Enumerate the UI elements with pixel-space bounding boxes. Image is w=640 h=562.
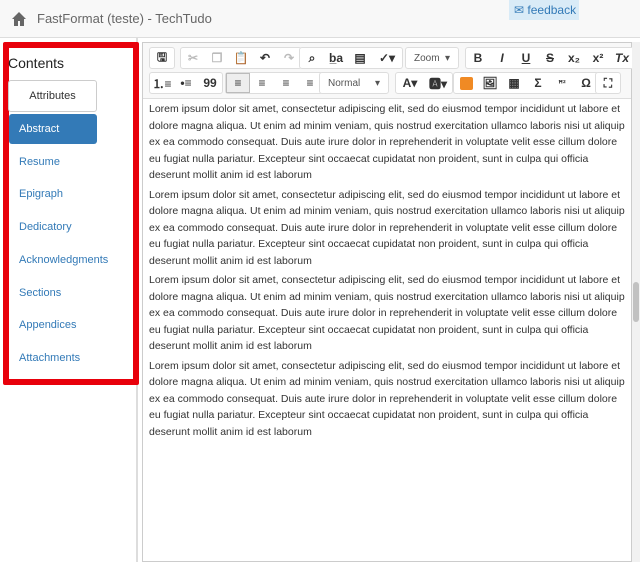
math-button[interactable]: Σ — [526, 73, 550, 93]
sidebar-item-sections[interactable]: Sections — [9, 278, 97, 308]
group-lists: ⒈≡ •≡ 99 — [149, 72, 223, 94]
copy-icon[interactable]: ❐ — [205, 48, 229, 68]
editor: 🖫 ✂ ❐ 📋 ↶ ↷ ⌕ b̲a ▤ ✓▾ Zoom ▾ B I U S x₂ … — [142, 42, 635, 562]
editor-content[interactable]: Lorem ipsum dolor sit amet, consectetur … — [149, 99, 629, 443]
sidebar-item-abstract[interactable]: Abstract — [9, 114, 97, 144]
iframe-icon[interactable] — [454, 73, 478, 93]
attributes-button[interactable]: Attributes — [8, 80, 97, 112]
editor-toolbar: 🖫 ✂ ❐ 📋 ↶ ↷ ⌕ b̲a ▤ ✓▾ Zoom ▾ B I U S x₂ … — [143, 43, 635, 99]
maximize-icon[interactable]: ⛶ — [596, 73, 620, 93]
strike-button[interactable]: S — [538, 48, 562, 68]
format-label: Normal — [328, 77, 361, 89]
group-editing: ⌕ b̲a ▤ ✓▾ — [299, 47, 403, 69]
undo-icon[interactable]: ↶ — [253, 48, 277, 68]
align-left-icon[interactable]: ≡ — [226, 73, 250, 93]
equation-icon[interactable]: ꟸ² — [550, 73, 574, 93]
sidebar-item-appendices[interactable]: Appendices — [9, 310, 97, 340]
save-icon[interactable]: 🖫 — [150, 48, 174, 68]
sidebar-title: Contents — [8, 55, 65, 71]
group-document: 🖫 — [149, 47, 175, 69]
table-icon[interactable]: ▦ — [502, 73, 526, 93]
image-icon[interactable]: 🖼 — [478, 73, 502, 93]
top-bar: FastFormat (teste) - TechTudo ✉ feedback — [0, 0, 640, 38]
sidebar-item-attachments[interactable]: Attachments — [9, 343, 97, 373]
group-clipboard: ✂ ❐ 📋 ↶ ↷ — [180, 47, 302, 69]
paste-icon[interactable]: 📋 — [229, 48, 253, 68]
paragraph[interactable]: Lorem ipsum dolor sit amet, consectetur … — [149, 358, 629, 441]
remove-format-button[interactable]: Tx — [610, 48, 634, 68]
subscript-button[interactable]: x₂ — [562, 48, 586, 68]
group-insert: 🖼 ▦ Σ ꟸ² Ω — [453, 72, 599, 94]
group-colors: A▾ 🅰▾ — [395, 72, 453, 94]
feedback-label: feedback — [527, 3, 577, 17]
text-color-icon[interactable]: A▾ — [396, 73, 424, 93]
background-color-icon[interactable]: 🅰▾ — [424, 73, 452, 93]
spellcheck-icon[interactable]: ✓▾ — [372, 48, 402, 68]
home-icon[interactable] — [11, 11, 27, 27]
sidebar-item-resume[interactable]: Resume — [9, 147, 97, 177]
sidebar-item-dedicatory[interactable]: Dedicatory — [9, 212, 97, 242]
feedback-button[interactable]: ✉ feedback — [509, 0, 579, 20]
zoom-select[interactable]: Zoom ▾ — [405, 47, 459, 69]
numbered-list-icon[interactable]: ⒈≡ — [150, 73, 174, 93]
sidebar-item-epigraph[interactable]: Epigraph — [9, 179, 97, 209]
bulleted-list-icon[interactable]: •≡ — [174, 73, 198, 93]
format-select[interactable]: Normal ▾ — [319, 72, 389, 94]
find-icon[interactable]: ⌕ — [300, 48, 324, 68]
blockquote-button[interactable]: 99 — [198, 73, 222, 93]
italic-button[interactable]: I — [490, 48, 514, 68]
scrollbar[interactable] — [632, 42, 640, 562]
sidebar-item-acknowledgments[interactable]: Acknowledgments — [9, 245, 108, 275]
paragraph[interactable]: Lorem ipsum dolor sit amet, consectetur … — [149, 101, 629, 184]
paragraph[interactable]: Lorem ipsum dolor sit amet, consectetur … — [149, 272, 629, 355]
group-align: ≡ ≡ ≡ ≡ — [225, 72, 323, 94]
underline-button[interactable]: U — [514, 48, 538, 68]
align-center-icon[interactable]: ≡ — [250, 73, 274, 93]
group-tools: ⛶ — [595, 72, 621, 94]
group-basic-styles: B I U S x₂ x² Tx — [465, 47, 635, 69]
cut-icon[interactable]: ✂ — [181, 48, 205, 68]
mail-icon: ✉ — [514, 3, 525, 17]
paragraph[interactable]: Lorem ipsum dolor sit amet, consectetur … — [149, 187, 629, 270]
select-all-icon[interactable]: ▤ — [348, 48, 372, 68]
replace-icon[interactable]: b̲a — [324, 48, 348, 68]
bold-button[interactable]: B — [466, 48, 490, 68]
align-right-icon[interactable]: ≡ — [274, 73, 298, 93]
superscript-button[interactable]: x² — [586, 48, 610, 68]
scrollbar-thumb[interactable] — [633, 282, 639, 322]
app-title: FastFormat (teste) - TechTudo — [37, 11, 212, 26]
zoom-label: Zoom — [414, 52, 440, 64]
redo-icon[interactable]: ↷ — [277, 48, 301, 68]
